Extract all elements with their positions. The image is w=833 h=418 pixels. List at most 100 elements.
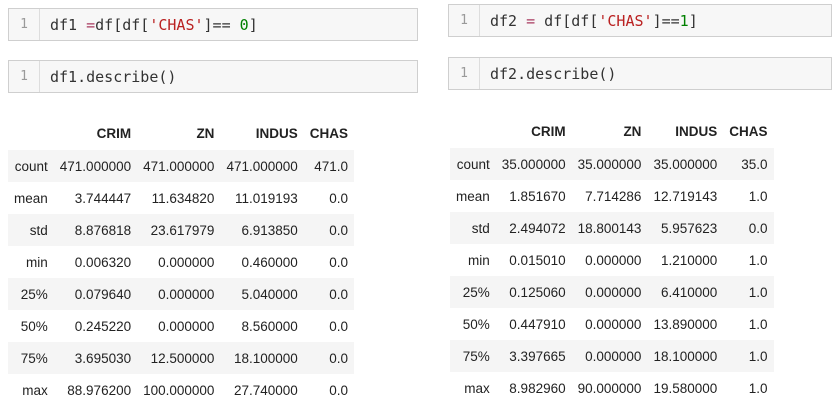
index-header [8, 116, 54, 150]
code-text[interactable]: df1 =df[df['CHAS']== 0] [40, 16, 258, 34]
table-cell: 0.0 [329, 254, 349, 270]
table-cell: 90.000000 [577, 380, 642, 396]
row-index-label: min [468, 252, 490, 268]
table-cell: 27.740000 [233, 382, 298, 398]
code-cell-df1-describe[interactable]: 1 df1.describe() [8, 60, 418, 93]
describe-output-table-df1: CRIM ZN INDUS CHAS count 471.000000 471.00… [8, 116, 355, 406]
row-index-label: max [22, 382, 48, 398]
column-header: INDUS [255, 125, 298, 141]
right-notebook-panel: 1 df2 = df[df['CHAS']==1] 1 df2.describe… [446, 0, 833, 418]
row-index-label: 75% [20, 350, 48, 366]
table-cell: 471.000000 [226, 158, 298, 174]
table-cell: 0.0 [748, 220, 768, 236]
row-index-label: min [26, 254, 48, 270]
table-cell: 1.851670 [509, 188, 566, 204]
code-text[interactable]: df2.describe() [480, 65, 616, 83]
table-cell: 100.000000 [143, 382, 215, 398]
table-cell: 8.560000 [241, 318, 298, 334]
column-header: ZN [196, 125, 215, 141]
table-cell: 1.0 [748, 316, 768, 332]
code-text[interactable]: df1.describe() [40, 68, 176, 86]
row-index-label: 50% [20, 318, 48, 334]
table-cell: 0.079640 [74, 286, 132, 302]
row-index-label: std [471, 220, 490, 236]
table-row: 50% 0.245220 0.000000 8.560000 0.0 [8, 310, 354, 342]
code-cell-df2-describe[interactable]: 1 df2.describe() [448, 57, 832, 90]
cell-line-number: 1 [460, 66, 468, 81]
table-header-row: CRIM ZN INDUS CHAS [450, 114, 774, 148]
column-header: CHAS [729, 123, 768, 139]
table-cell: 0.0 [329, 318, 349, 334]
table-cell: 0.0 [329, 382, 349, 398]
table-row: mean 1.851670 7.714286 12.719143 1.0 [450, 180, 774, 212]
table-cell: 88.976200 [67, 382, 132, 398]
table-row: min 0.006320 0.000000 0.460000 0.0 [8, 246, 354, 278]
table-cell: 0.0 [329, 222, 349, 238]
table-row: 25% 0.079640 0.000000 5.040000 0.0 [8, 278, 355, 310]
table-cell: 0.006320 [74, 254, 132, 270]
table-cell: 471.000000 [143, 158, 215, 174]
row-index-label: max [464, 380, 490, 396]
cell-line-number: 1 [460, 13, 468, 28]
table-row: max 88.976200 100.000000 27.740000 0.0 [8, 374, 354, 406]
code-cell-df1-filter[interactable]: 1 df1 =df[df['CHAS']== 0] [8, 8, 418, 41]
row-index-label: count [456, 156, 490, 172]
table-cell: 1.0 [748, 188, 768, 204]
column-header: CRIM [531, 123, 566, 139]
table-row: std 2.494072 18.800143 5.957623 0.0 [450, 212, 774, 244]
table-cell: 11.634820 [151, 190, 215, 206]
code-cell-df2-filter[interactable]: 1 df2 = df[df['CHAS']==1] [448, 4, 832, 37]
table-cell: 6.913850 [241, 222, 298, 238]
row-index-label: mean [14, 190, 48, 206]
table-row: max 8.982960 90.000000 19.580000 1.0 [450, 372, 774, 404]
table-cell: 11.019193 [234, 190, 298, 206]
table-cell: 8.982960 [509, 380, 566, 396]
table-cell: 3.744447 [74, 190, 132, 206]
code-text[interactable]: df2 = df[df['CHAS']==1] [480, 12, 698, 30]
table-cell: 7.714286 [585, 188, 642, 204]
table-cell: 12.500000 [150, 350, 215, 366]
table-cell: 0.000000 [585, 284, 642, 300]
table-cell: 35.0 [741, 156, 768, 172]
table-row: 25% 0.125060 0.000000 6.410000 1.0 [450, 276, 774, 308]
column-header: INDUS [675, 123, 718, 139]
table-row: mean 3.744447 11.634820 11.019193 0.0 [8, 182, 354, 214]
table-row: count 471.000000 471.000000 471.000000 471.0 [8, 150, 355, 182]
table-cell: 0.000000 [158, 286, 215, 302]
table-row: min 0.015010 0.000000 1.210000 1.0 [450, 244, 774, 276]
table-cell: 0.0 [329, 350, 349, 366]
table-cell: 0.0 [329, 286, 349, 302]
table-cell: 18.100000 [653, 348, 718, 364]
table-cell: 0.000000 [585, 252, 642, 268]
table-cell: 1.0 [748, 284, 768, 300]
table-row: 75% 3.695030 12.500000 18.100000 0.0 [8, 342, 355, 374]
row-index-label: 75% [462, 348, 490, 364]
row-index-label: 25% [462, 284, 490, 300]
table-cell: 12.719143 [653, 188, 718, 204]
table-cell: 1.0 [748, 348, 768, 364]
cell-line-number: 1 [20, 69, 28, 84]
table-cell: 19.580000 [653, 380, 718, 396]
table-cell: 0.000000 [158, 254, 215, 270]
row-index-label: 50% [462, 316, 490, 332]
table-cell: 3.397665 [509, 348, 566, 364]
table-cell: 6.410000 [660, 284, 718, 300]
table-cell: 471.000000 [59, 158, 132, 174]
table-cell: 0.245220 [74, 318, 132, 334]
table-cell: 0.000000 [158, 318, 215, 334]
column-header: CRIM [96, 125, 132, 141]
table-cell: 1.210000 [660, 252, 718, 268]
table-cell: 5.040000 [241, 286, 298, 302]
table-cell: 3.695030 [74, 350, 132, 366]
row-index-label: mean [456, 188, 490, 204]
column-header: ZN [623, 123, 642, 139]
table-cell: 0.125060 [509, 284, 566, 300]
table-row: std 8.876818 23.617979 6.913850 0.0 [8, 214, 355, 246]
table-cell: 35.000000 [501, 156, 566, 172]
table-cell: 0.460000 [241, 254, 298, 270]
table-cell: 35.000000 [653, 156, 718, 172]
table-cell: 0.000000 [585, 316, 642, 332]
row-index-label: 25% [20, 286, 48, 302]
table-cell: 471.0 [314, 158, 349, 174]
row-index-label: count [14, 158, 48, 174]
